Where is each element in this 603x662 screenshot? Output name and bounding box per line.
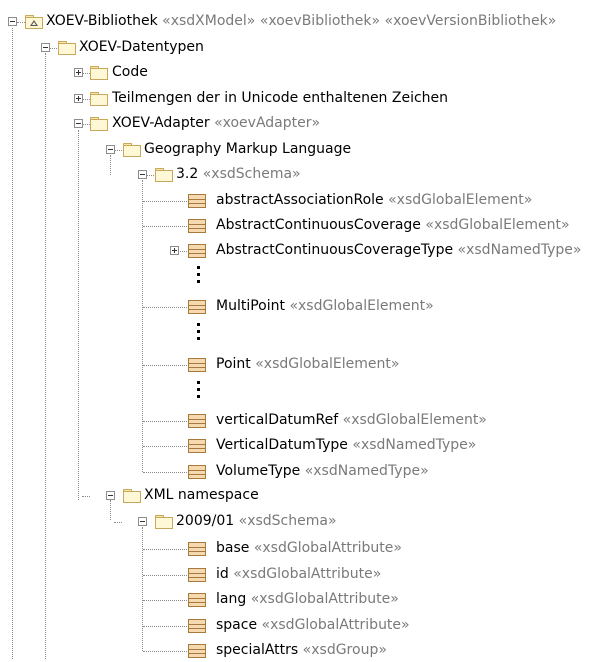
node-label: Teilmengen der in Unicode enthaltenen Ze…: [112, 90, 449, 106]
node-stereotype: «xsdNamedType»: [304, 463, 429, 479]
tree-node-element[interactable]: id «xsdGlobalAttribute»: [0, 564, 600, 586]
node-label: MultiPoint: [216, 298, 285, 314]
ellipsis-indicator: [197, 266, 201, 287]
node-stereotype: «xsdNamedType»: [352, 437, 477, 453]
xsd-element-icon: [188, 568, 206, 582]
xsd-element-icon: [188, 619, 206, 633]
node-stereotype: «xoevAdapter»: [214, 115, 321, 131]
tree-node-code[interactable]: Code: [0, 62, 200, 84]
xsd-element-icon: [188, 465, 206, 479]
node-label: lang: [216, 591, 247, 607]
model-package-icon: [25, 15, 43, 29]
expand-plus-icon[interactable]: [74, 68, 83, 77]
tree-node-element[interactable]: Point «xsdGlobalElement»: [0, 354, 600, 376]
node-label: Geography Markup Language: [144, 141, 352, 157]
tree-node-element[interactable]: abstractAssociationRole «xsdGlobalElemen…: [0, 190, 600, 212]
node-label: XML namespace: [144, 487, 259, 503]
package-folder-icon: [90, 92, 108, 106]
tree-node-xoev-bibliothek[interactable]: XOEV-Bibliothek «xsdXModel» «xoevBibliot…: [0, 11, 600, 33]
tree-node-element[interactable]: space «xsdGlobalAttribute»: [0, 615, 600, 637]
expand-plus-icon[interactable]: [170, 246, 179, 255]
node-label: base: [216, 540, 250, 556]
ellipsis-indicator: [197, 381, 201, 402]
node-label: Code: [112, 64, 148, 80]
xsd-element-icon: [188, 542, 206, 556]
collapse-minus-icon[interactable]: [8, 17, 17, 26]
collapse-minus-icon[interactable]: [41, 43, 50, 52]
tree-node-element[interactable]: AbstractContinuousCoverageType «xsdNamed…: [0, 240, 603, 262]
xsd-element-icon: [188, 414, 206, 428]
package-folder-icon: [58, 41, 76, 55]
xsd-element-icon: [188, 439, 206, 453]
collapse-minus-icon[interactable]: [106, 145, 115, 154]
collapse-minus-icon[interactable]: [106, 491, 115, 500]
xsd-element-icon: [188, 644, 206, 658]
node-label: XOEV-Adapter: [112, 115, 210, 131]
package-folder-icon: [90, 117, 108, 131]
package-folder-icon: [155, 168, 173, 182]
node-label: VolumeType: [216, 463, 301, 479]
package-folder-icon: [123, 489, 141, 503]
node-stereotype: «xsdGlobalAttribute»: [233, 566, 382, 582]
node-stereotype: «xsdSchema»: [202, 166, 301, 182]
ellipsis-indicator: [197, 323, 201, 344]
collapse-minus-icon[interactable]: [74, 119, 83, 128]
package-folder-icon: [90, 66, 108, 80]
tree-node-schema-2009-01[interactable]: 2009/01 «xsdSchema»: [0, 511, 420, 533]
containment-tree: XOEV-Bibliothek «xsdXModel» «xoevBibliot…: [0, 0, 603, 659]
tree-node-xoev-adapter[interactable]: XOEV-Adapter «xoevAdapter»: [0, 113, 400, 135]
tree-node-element[interactable]: lang «xsdGlobalAttribute»: [0, 589, 600, 611]
node-stereotype: «xsdGlobalElement»: [255, 356, 400, 372]
tree-node-element[interactable]: base «xsdGlobalAttribute»: [0, 538, 600, 560]
tree-node-element[interactable]: MultiPoint «xsdGlobalElement»: [0, 296, 600, 318]
node-label: AbstractContinuousCoverageType: [216, 242, 454, 258]
node-label: 2009/01: [176, 513, 235, 529]
collapse-minus-icon[interactable]: [138, 517, 147, 526]
expand-plus-icon[interactable]: [74, 94, 83, 103]
node-stereotype: «xsdGroup»: [302, 642, 387, 658]
node-stereotype: «xsdXModel» «xoevBibliothek» «xoevVersio…: [162, 13, 557, 29]
node-label: AbstractContinuousCoverage: [216, 217, 421, 233]
xsd-element-icon: [188, 219, 206, 233]
xsd-element-icon: [188, 244, 206, 258]
node-stereotype: «xsdNamedType»: [457, 242, 582, 258]
node-label: VerticalDatumType: [216, 437, 348, 453]
node-label: Point: [216, 356, 251, 372]
node-label: specialAttrs: [216, 642, 299, 658]
node-stereotype: «xsdGlobalAttribute»: [253, 540, 402, 556]
xsd-element-icon: [188, 194, 206, 208]
node-stereotype: «xsdGlobalAttribute»: [261, 617, 410, 633]
node-label: 3.2: [176, 166, 199, 182]
tree-node-element[interactable]: VolumeType «xsdNamedType»: [0, 461, 600, 483]
tree-node-teilmengen[interactable]: Teilmengen der in Unicode enthaltenen Ze…: [0, 88, 500, 110]
node-stereotype: «xsdGlobalElement»: [289, 298, 434, 314]
xsd-element-icon: [188, 300, 206, 314]
tree-node-element[interactable]: AbstractContinuousCoverage «xsdGlobalEle…: [0, 215, 600, 237]
tree-node-element[interactable]: verticalDatumRef «xsdGlobalElement»: [0, 410, 600, 432]
tree-node-element[interactable]: VerticalDatumType «xsdNamedType»: [0, 435, 600, 457]
node-stereotype: «xsdSchema»: [238, 513, 337, 529]
xsd-element-icon: [188, 358, 206, 372]
xsd-element-icon: [188, 593, 206, 607]
node-stereotype: «xsdGlobalElement»: [342, 412, 487, 428]
node-label: XOEV-Datentypen: [79, 39, 204, 55]
node-label: XOEV-Bibliothek: [46, 13, 158, 29]
node-label: space: [216, 617, 258, 633]
package-folder-icon: [155, 515, 173, 529]
tree-node-xoev-datentypen[interactable]: XOEV-Datentypen: [0, 37, 300, 59]
package-folder-icon: [123, 143, 141, 157]
tree-node-schema-3-2[interactable]: 3.2 «xsdSchema»: [0, 164, 320, 186]
tree-node-xml-namespace[interactable]: XML namespace: [0, 485, 400, 507]
node-label: abstractAssociationRole: [216, 192, 384, 208]
node-label: id: [216, 566, 229, 582]
collapse-minus-icon[interactable]: [138, 170, 147, 179]
node-label: verticalDatumRef: [216, 412, 339, 428]
tree-node-geography-markup-language[interactable]: Geography Markup Language: [0, 139, 420, 161]
node-stereotype: «xsdGlobalElement»: [388, 192, 533, 208]
node-stereotype: «xsdGlobalElement»: [425, 217, 570, 233]
node-stereotype: «xsdGlobalAttribute»: [250, 591, 399, 607]
